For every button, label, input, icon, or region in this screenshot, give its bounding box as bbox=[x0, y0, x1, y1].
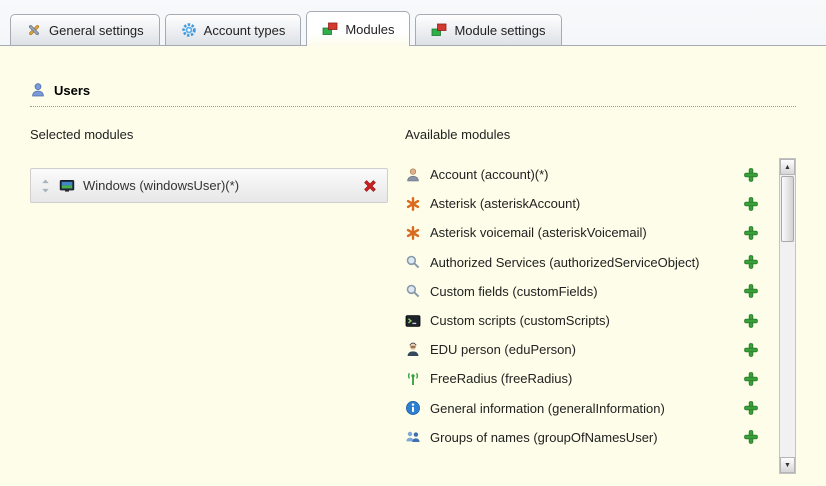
available-module-label: Account (account)(*) bbox=[430, 167, 734, 182]
tab-label: Modules bbox=[345, 22, 394, 37]
tab-module-settings[interactable]: Module settings bbox=[415, 14, 561, 45]
available-module-label: General information (generalInformation) bbox=[430, 401, 734, 416]
available-modules-header: Available modules bbox=[405, 127, 796, 142]
selected-module-label: Windows (windowsUser)(*) bbox=[83, 178, 354, 193]
content-panel: Users Selected modules bbox=[0, 45, 826, 486]
add-module-button[interactable] bbox=[743, 196, 759, 212]
account-icon bbox=[405, 167, 421, 183]
user-icon bbox=[30, 82, 46, 98]
scrollbar-track[interactable] bbox=[781, 175, 794, 457]
available-module-label: Custom scripts (customScripts) bbox=[430, 313, 734, 328]
available-module-label: Authorized Services (authorizedServiceOb… bbox=[430, 255, 734, 270]
asterisk-icon bbox=[405, 196, 421, 212]
edu-person-icon bbox=[405, 342, 421, 358]
available-module-row: Custom scripts (customScripts) bbox=[405, 306, 771, 335]
available-module-label: Asterisk voicemail (asteriskVoicemail) bbox=[430, 225, 734, 240]
available-modules-list: Account (account)(*) bbox=[405, 158, 771, 474]
terminal-icon bbox=[405, 313, 421, 329]
tools-icon bbox=[26, 22, 42, 38]
available-module-label: FreeRadius (freeRadius) bbox=[430, 371, 734, 386]
magnifier-icon bbox=[405, 254, 421, 270]
add-module-button[interactable] bbox=[743, 167, 759, 183]
selected-module-row[interactable]: Windows (windowsUser)(*) bbox=[30, 168, 388, 203]
add-module-button[interactable] bbox=[743, 225, 759, 241]
module-settings-icon bbox=[431, 22, 447, 38]
asterisk-voicemail-icon bbox=[405, 225, 421, 241]
add-module-button[interactable] bbox=[743, 400, 759, 416]
available-module-label: Custom fields (customFields) bbox=[430, 284, 734, 299]
users-section-header: Users bbox=[30, 82, 796, 107]
drag-handle-icon[interactable] bbox=[40, 179, 51, 193]
available-module-label: EDU person (eduPerson) bbox=[430, 342, 734, 357]
available-module-label: Groups of names (groupOfNamesUser) bbox=[430, 430, 734, 445]
modules-icon bbox=[322, 21, 338, 37]
available-module-row: EDU person (eduPerson) bbox=[405, 335, 771, 364]
tab-bar: General settings Account types Modules bbox=[0, 0, 826, 45]
scroll-down-button[interactable]: ▼ bbox=[780, 457, 795, 473]
tab-modules[interactable]: Modules bbox=[306, 11, 410, 46]
available-module-row: FreeRadius (freeRadius) bbox=[405, 364, 771, 393]
add-module-button[interactable] bbox=[743, 342, 759, 358]
add-module-button[interactable] bbox=[743, 254, 759, 270]
tab-label: Account types bbox=[204, 23, 286, 38]
section-title: Users bbox=[54, 83, 90, 98]
add-module-button[interactable] bbox=[743, 371, 759, 387]
scroll-up-button[interactable]: ▲ bbox=[780, 159, 795, 175]
add-module-button[interactable] bbox=[743, 283, 759, 299]
selected-modules-header: Selected modules bbox=[30, 127, 402, 142]
gears-icon bbox=[181, 22, 197, 38]
available-module-row: Asterisk voicemail (asteriskVoicemail) bbox=[405, 218, 771, 247]
available-module-row: Account (account)(*) bbox=[405, 160, 771, 189]
available-module-label: Asterisk (asteriskAccount) bbox=[430, 196, 734, 211]
tab-label: General settings bbox=[49, 23, 144, 38]
magnifier-icon bbox=[405, 283, 421, 299]
module-columns: Selected modules Windows (w bbox=[30, 127, 796, 474]
antenna-icon bbox=[405, 371, 421, 387]
windows-module-icon bbox=[59, 178, 75, 194]
group-icon bbox=[405, 429, 421, 445]
add-module-button[interactable] bbox=[743, 313, 759, 329]
available-module-row: Asterisk (asteriskAccount) bbox=[405, 189, 771, 218]
tab-general-settings[interactable]: General settings bbox=[10, 14, 160, 45]
available-modules-list-wrap: Account (account)(*) bbox=[405, 158, 796, 474]
tab-label: Module settings bbox=[454, 23, 545, 38]
available-module-row: Custom fields (customFields) bbox=[405, 277, 771, 306]
scrollbar[interactable]: ▲ ▼ bbox=[779, 158, 796, 474]
tab-account-types[interactable]: Account types bbox=[165, 14, 302, 45]
add-module-button[interactable] bbox=[743, 429, 759, 445]
info-icon bbox=[405, 400, 421, 416]
available-modules-column: Available modules Account (account)(*) bbox=[405, 127, 796, 474]
available-module-row: Groups of names (groupOfNamesUser) bbox=[405, 423, 771, 452]
available-module-row: General information (generalInformation) bbox=[405, 394, 771, 423]
delete-icon[interactable] bbox=[362, 178, 378, 194]
selected-modules-column: Selected modules Windows (w bbox=[30, 127, 402, 474]
scrollbar-thumb[interactable] bbox=[781, 176, 794, 242]
available-module-row: Authorized Services (authorizedServiceOb… bbox=[405, 248, 771, 277]
